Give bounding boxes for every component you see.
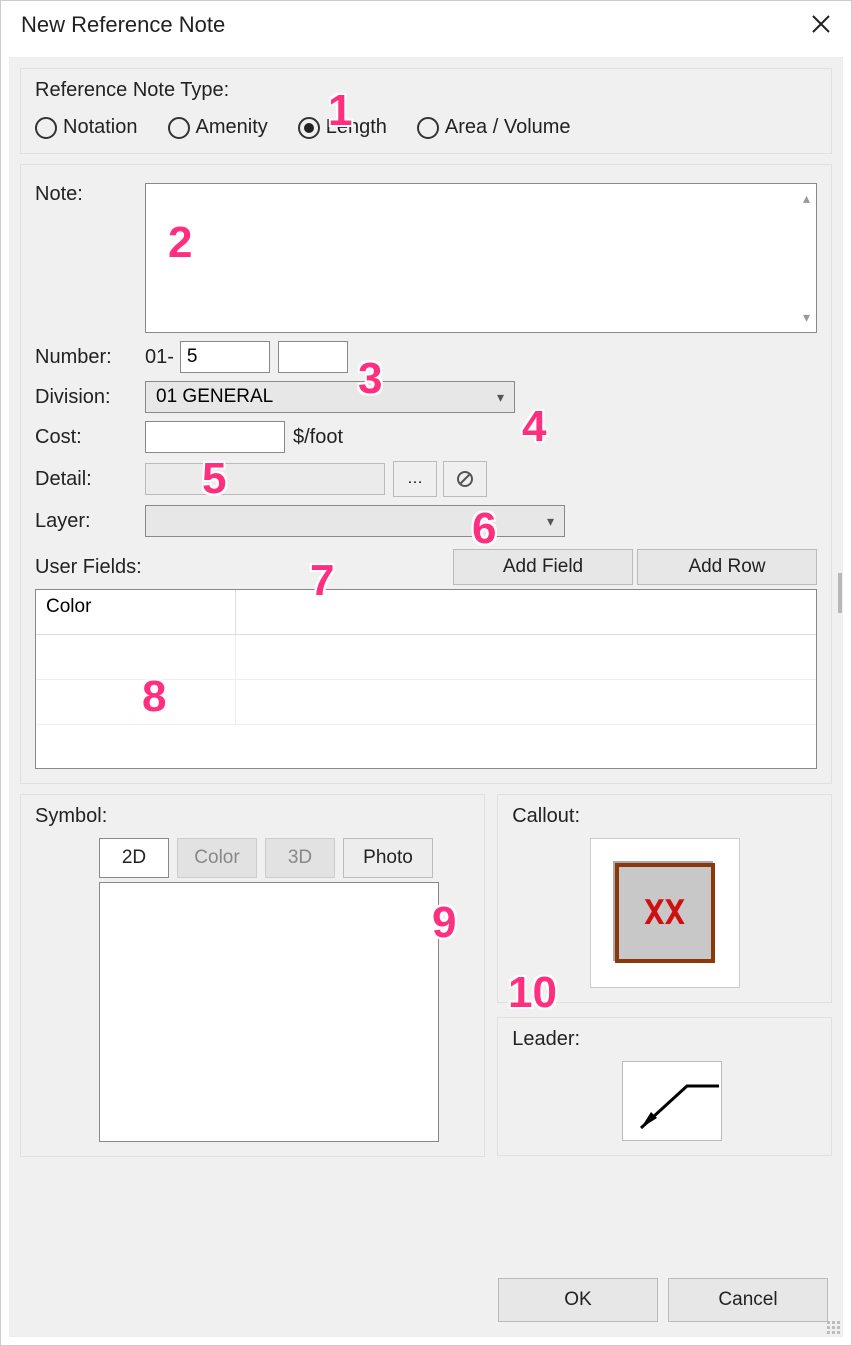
table-cell[interactable]: [36, 680, 236, 724]
radio-notation[interactable]: Notation: [35, 116, 138, 139]
window-title: New Reference Note: [21, 12, 225, 38]
type-group-label: Reference Note Type:: [35, 79, 817, 102]
type-group: Reference Note Type: Notation Amenity Le…: [20, 68, 832, 154]
radio-icon: [35, 117, 57, 139]
cancel-button[interactable]: Cancel: [668, 1278, 828, 1322]
radio-area-volume[interactable]: Area / Volume: [417, 116, 571, 139]
client-area: Reference Note Type: Notation Amenity Le…: [9, 57, 843, 1337]
number-input-1[interactable]: [180, 341, 270, 373]
division-value: 01 GENERAL: [156, 386, 273, 408]
user-fields-header: User Fields: Add Field Add Row: [35, 549, 817, 585]
dialog-window: New Reference Note Reference Note Type: …: [0, 0, 852, 1346]
division-select[interactable]: 01 GENERAL ▾: [145, 381, 515, 413]
tab-photo[interactable]: Photo: [343, 838, 433, 878]
radio-areavol-label: Area / Volume: [445, 116, 571, 139]
ellipsis-icon: …: [407, 470, 423, 488]
table-row[interactable]: [36, 680, 816, 725]
table-row[interactable]: [36, 635, 816, 680]
cost-label: Cost:: [35, 426, 145, 449]
resize-grip[interactable]: [824, 1318, 840, 1334]
leader-preview[interactable]: [622, 1061, 722, 1141]
note-textarea[interactable]: ▴ ▾: [145, 183, 817, 333]
leader-label: Leader:: [512, 1028, 817, 1051]
add-field-label: Add Field: [503, 556, 583, 578]
ok-button[interactable]: OK: [498, 1278, 658, 1322]
leader-group: Leader:: [497, 1017, 832, 1156]
side-marker: [838, 573, 842, 613]
radio-icon: [168, 117, 190, 139]
table-header-row: Color: [36, 590, 816, 635]
no-icon: [456, 470, 474, 488]
tab-color[interactable]: Color: [177, 838, 257, 878]
symbol-preview[interactable]: [99, 882, 439, 1142]
user-fields-label: User Fields:: [35, 556, 453, 579]
detail-browse-button[interactable]: …: [393, 461, 437, 497]
table-cell[interactable]: [236, 680, 816, 724]
tab-photo-label: Photo: [363, 847, 413, 869]
detail-clear-button[interactable]: [443, 461, 487, 497]
leader-icon: [623, 1062, 723, 1142]
radio-icon: [417, 117, 439, 139]
table-header-cell[interactable]: Color: [36, 590, 236, 634]
cost-unit: $/foot: [293, 426, 343, 449]
right-column: Callout: XX Leader:: [497, 794, 832, 1157]
callout-text: XX: [644, 893, 685, 933]
table-header-cell: [236, 590, 816, 634]
cancel-label: Cancel: [718, 1289, 777, 1311]
callout-label: Callout:: [512, 805, 817, 828]
detail-readonly: [145, 463, 385, 495]
cost-input[interactable]: [145, 421, 285, 453]
detail-label: Detail:: [35, 468, 145, 491]
note-label: Note:: [35, 183, 145, 206]
radio-amenity-label: Amenity: [196, 116, 268, 139]
symbol-label: Symbol:: [35, 805, 470, 828]
scroll-up-icon[interactable]: ▴: [803, 190, 810, 207]
layer-select[interactable]: ▾: [145, 505, 565, 537]
chevron-down-icon: ▾: [497, 389, 504, 406]
tab-3d[interactable]: 3D: [265, 838, 335, 878]
add-field-button[interactable]: Add Field: [453, 549, 633, 585]
table-cell[interactable]: [36, 635, 236, 679]
add-row-button[interactable]: Add Row: [637, 549, 817, 585]
user-fields-table[interactable]: Color: [35, 589, 817, 769]
scroll-down-icon[interactable]: ▾: [803, 309, 810, 326]
close-icon[interactable]: [803, 8, 839, 42]
radio-length-label: Length: [326, 116, 387, 139]
bottom-section: Symbol: 2D Color 3D Photo Callout: XX: [20, 794, 832, 1157]
title-bar: New Reference Note: [1, 1, 851, 49]
callout-preview[interactable]: XX: [590, 838, 740, 988]
number-input-2[interactable]: [278, 341, 348, 373]
tab-3d-label: 3D: [288, 847, 312, 869]
radio-length[interactable]: Length: [298, 116, 387, 139]
tab-2d-label: 2D: [122, 847, 146, 869]
fields-group: Note: ▴ ▾ Number: 01- Division: 01 GENER…: [20, 164, 832, 784]
symbol-group: Symbol: 2D Color 3D Photo: [20, 794, 485, 1157]
table-cell[interactable]: [236, 635, 816, 679]
tab-2d[interactable]: 2D: [99, 838, 169, 878]
radio-amenity[interactable]: Amenity: [168, 116, 268, 139]
symbol-tabs: 2D Color 3D Photo: [99, 838, 470, 878]
dialog-buttons: OK Cancel: [498, 1278, 828, 1322]
radio-notation-label: Notation: [63, 116, 138, 139]
division-label: Division:: [35, 386, 145, 409]
layer-label: Layer:: [35, 510, 145, 533]
ok-label: OK: [564, 1289, 591, 1311]
number-label: Number:: [35, 346, 145, 369]
type-radio-row: Notation Amenity Length Area / Volume: [35, 116, 817, 139]
chevron-down-icon: ▾: [547, 513, 554, 530]
add-row-label: Add Row: [688, 556, 765, 578]
number-prefix: 01-: [145, 346, 174, 369]
callout-inner: XX: [615, 863, 715, 963]
radio-icon: [298, 117, 320, 139]
callout-group: Callout: XX: [497, 794, 832, 1003]
tab-color-label: Color: [194, 847, 239, 869]
